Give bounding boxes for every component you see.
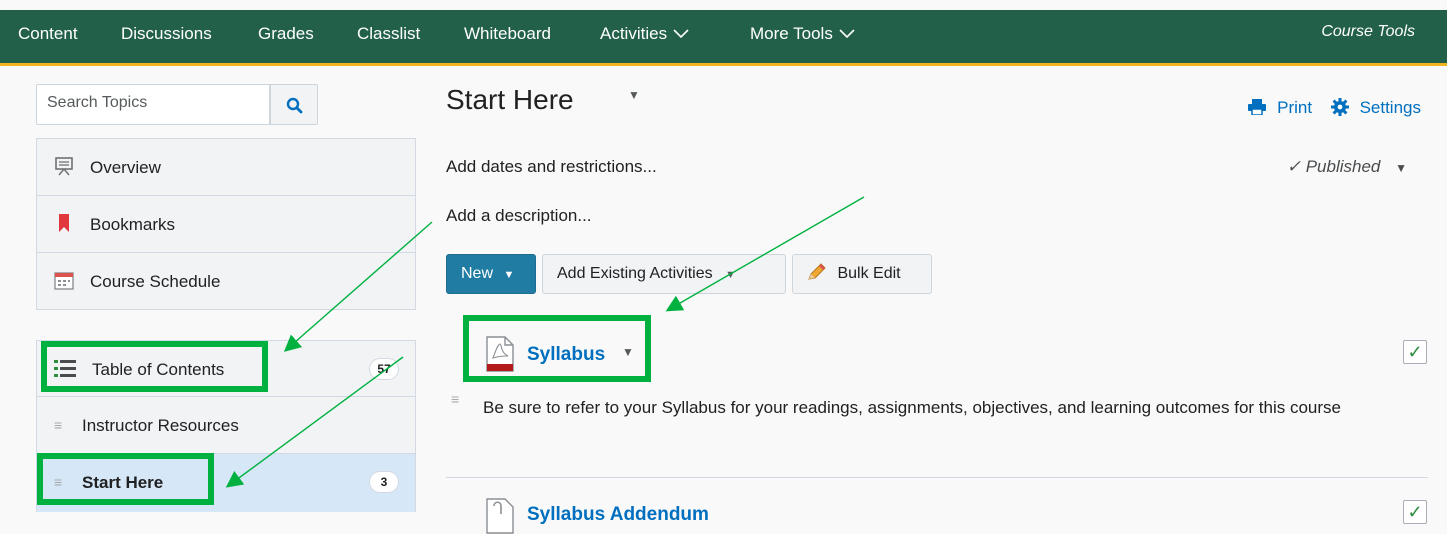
- new-button[interactable]: New ▼: [446, 254, 536, 294]
- add-dates-link[interactable]: Add dates and restrictions...: [446, 157, 657, 177]
- nav-more-tools[interactable]: More Tools: [750, 24, 855, 44]
- module-count-badge: 3: [369, 471, 399, 493]
- settings-link[interactable]: Settings: [1360, 98, 1421, 117]
- add-existing-label: Add Existing Activities: [557, 265, 713, 282]
- completion-checkbox[interactable]: ✓: [1403, 340, 1427, 364]
- check-icon: ✓: [1286, 157, 1301, 176]
- sidebar-tools-list: Overview Bookmarks Course Schedule: [36, 138, 416, 310]
- nav-more-tools-label: More Tools: [750, 24, 833, 43]
- sidebar-item-course-schedule[interactable]: Course Schedule: [37, 253, 415, 310]
- bookmark-icon: [59, 214, 69, 232]
- pencil-icon: [808, 263, 826, 280]
- highlight-box-start-here: [37, 453, 214, 505]
- page-actions: Print Settings: [1248, 98, 1421, 118]
- toc-count-badge: 57: [369, 358, 399, 380]
- search-button[interactable]: [270, 84, 318, 125]
- nav-classlist[interactable]: Classlist: [357, 24, 420, 44]
- chevron-down-icon: [839, 29, 855, 39]
- published-status[interactable]: ✓ Published ▼: [1287, 157, 1407, 177]
- module-instructor-resources[interactable]: ≡ Instructor Resources: [37, 397, 415, 454]
- check-icon: ✓: [1407, 502, 1423, 522]
- caret-down-icon[interactable]: ▼: [628, 88, 640, 102]
- check-icon: ✓: [1407, 342, 1423, 362]
- page-title: Start Here: [446, 84, 574, 115]
- drag-handle-icon[interactable]: ≡: [54, 417, 62, 433]
- topic-description: Be sure to refer to your Syllabus for yo…: [483, 398, 1341, 417]
- add-description-link[interactable]: Add a description...: [446, 206, 592, 226]
- divider: [446, 477, 1428, 478]
- sidebar-item-label: Course Schedule: [90, 272, 221, 291]
- caret-down-icon: ▼: [503, 269, 515, 281]
- drag-handle-icon[interactable]: ≡: [451, 391, 459, 407]
- new-button-label: New: [461, 265, 494, 282]
- bulk-edit-label: Bulk Edit: [837, 265, 901, 282]
- search-icon: [286, 97, 303, 114]
- topic-title-syllabus-addendum[interactable]: Syllabus Addendum: [527, 504, 709, 526]
- search-topics-input[interactable]: Search Topics: [36, 84, 270, 125]
- sidebar-item-bookmarks[interactable]: Bookmarks: [37, 196, 415, 253]
- add-existing-activities-button[interactable]: Add Existing Activities ▼: [542, 254, 786, 294]
- nav-activities-label: Activities: [600, 24, 668, 43]
- printer-icon[interactable]: [1248, 99, 1267, 116]
- nav-grades[interactable]: Grades: [258, 24, 314, 44]
- calendar-icon: [54, 272, 74, 290]
- print-link[interactable]: Print: [1277, 98, 1312, 117]
- course-navbar: Content Discussions Grades Classlist Whi…: [0, 10, 1447, 66]
- caret-down-icon: ▼: [725, 269, 736, 281]
- presentation-icon: [55, 157, 73, 176]
- highlight-box-toc: [41, 341, 268, 392]
- attachment-icon: [486, 498, 514, 534]
- chevron-down-icon: [673, 29, 689, 39]
- highlight-box-syllabus: [463, 315, 651, 382]
- bulk-edit-button[interactable]: Bulk Edit: [792, 254, 932, 294]
- nav-content[interactable]: Content: [18, 24, 78, 44]
- nav-discussions[interactable]: Discussions: [121, 24, 212, 44]
- gear-icon[interactable]: [1330, 98, 1349, 116]
- course-tools-link[interactable]: Course Tools: [1321, 23, 1415, 41]
- sidebar-item-label: Bookmarks: [90, 215, 176, 234]
- module-label: Instructor Resources: [82, 416, 239, 435]
- sidebar-item-label: Overview: [90, 158, 161, 177]
- nav-activities[interactable]: Activities: [600, 24, 689, 44]
- caret-down-icon: ▼: [1395, 161, 1407, 175]
- published-label: Published: [1305, 157, 1381, 176]
- completion-checkbox[interactable]: ✓: [1403, 500, 1427, 524]
- sidebar-item-overview[interactable]: Overview: [37, 139, 415, 196]
- nav-whiteboard[interactable]: Whiteboard: [464, 24, 551, 44]
